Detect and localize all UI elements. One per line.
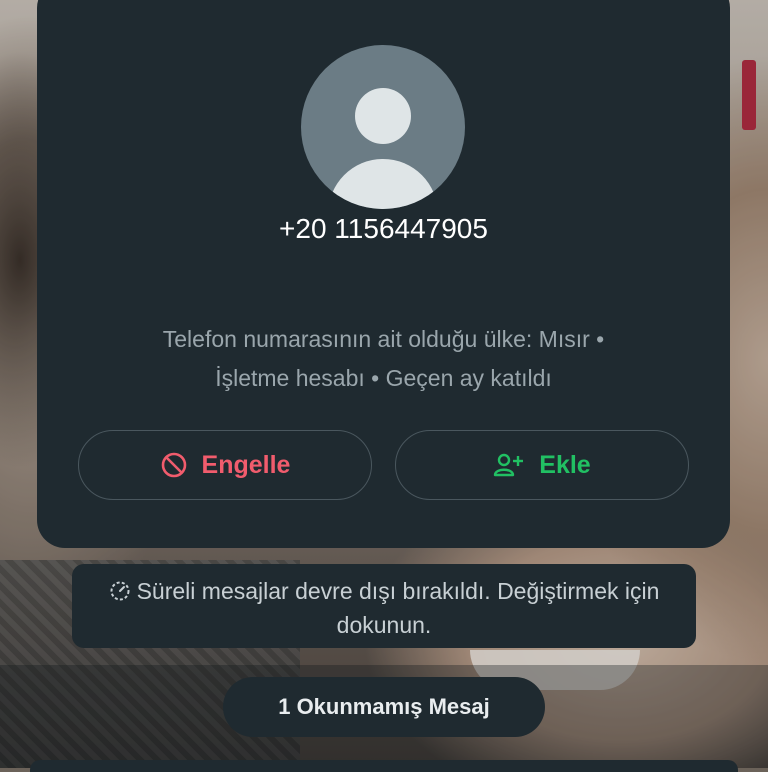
contact-details: Telefon numarasının ait olduğu ülke: Mıs… xyxy=(77,320,690,398)
add-person-icon xyxy=(493,451,525,479)
avatar[interactable] xyxy=(301,45,465,209)
disappearing-messages-notice[interactable]: Süreli mesajlar devre dışı bırakıldı. De… xyxy=(72,564,696,648)
add-contact-button[interactable]: Ekle xyxy=(395,430,689,500)
block-button[interactable]: Engelle xyxy=(78,430,372,500)
avatar-body-shape xyxy=(328,159,438,209)
contact-business-line: İşletme hesabı • Geçen ay katıldı xyxy=(215,365,552,391)
add-button-label: Ekle xyxy=(539,450,591,479)
avatar-head-shape xyxy=(355,88,411,144)
unread-messages-badge: 1 Okunmamış Mesaj xyxy=(223,677,545,737)
contact-country-line: Telefon numarasının ait olduğu ülke: Mıs… xyxy=(162,326,605,352)
notice-text: Süreli mesajlar devre dışı bırakıldı. De… xyxy=(136,578,660,638)
contact-info-card: +20 1156447905 Telefon numarasının ait o… xyxy=(37,0,730,548)
next-message-bubble-edge xyxy=(30,760,738,772)
timer-off-icon xyxy=(109,579,131,610)
block-button-label: Engelle xyxy=(201,450,291,479)
contact-phone-number: +20 1156447905 xyxy=(279,213,488,244)
block-icon xyxy=(160,451,188,479)
